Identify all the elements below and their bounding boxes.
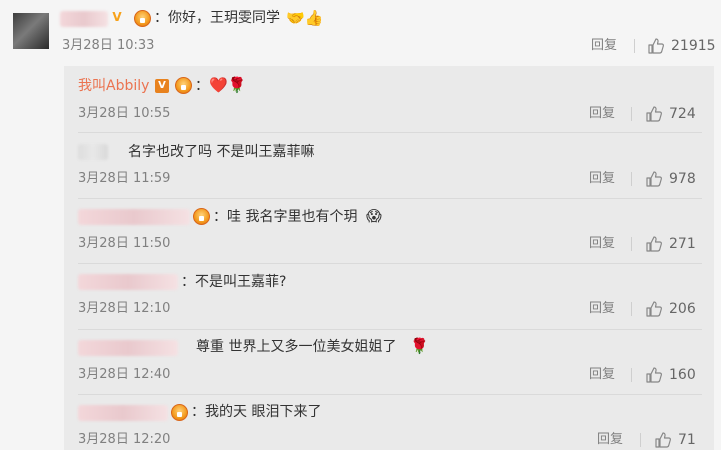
thumbs-up-icon: [646, 367, 662, 383]
like-count: 978: [669, 171, 696, 187]
row-divider: [78, 394, 702, 395]
thumbs-up-icon: [646, 106, 662, 122]
comment-text: ：你好，王玥雯同学: [154, 10, 280, 26]
reply-button[interactable]: 回复: [589, 236, 615, 252]
reply-button[interactable]: 回复: [591, 38, 617, 54]
reply-text: 尊重 世界上又多一位美女姐姐了: [196, 339, 397, 355]
verified-icon: V: [155, 79, 169, 93]
like-count: 271: [669, 236, 696, 252]
like-count: 206: [669, 301, 696, 317]
divider: [631, 107, 632, 121]
row-divider: [78, 263, 702, 264]
username-blurred[interactable]: [78, 340, 178, 356]
rose-icon: 🌹: [410, 337, 429, 355]
reply-button[interactable]: 回复: [589, 171, 615, 187]
username-blurred[interactable]: [78, 209, 190, 225]
reply-button[interactable]: 回复: [589, 106, 615, 122]
scared-face-icon: 😱: [366, 207, 382, 225]
divider: [631, 302, 632, 316]
handshake-thumbs-icon: 🤝👍: [286, 9, 324, 27]
reply-time: 3月28日 11:59: [78, 171, 171, 186]
main-comment: V ：你好，王玥雯同学 🤝👍 3月28日 10:33 回复 21915: [0, 0, 721, 66]
fan-medal-icon: [193, 208, 210, 225]
row-divider: [78, 198, 702, 199]
like-count: 160: [669, 367, 696, 383]
username-blurred[interactable]: [78, 144, 108, 160]
reply-button[interactable]: 回复: [597, 432, 623, 448]
reply-time: 3月28日 11:50: [78, 236, 171, 251]
comment-time: 3月28日 10:33: [62, 38, 155, 53]
username-blurred[interactable]: [78, 405, 168, 421]
like-count: 71: [678, 432, 696, 448]
like-count: 724: [669, 106, 696, 122]
reply-time: 3月28日 12:40: [78, 367, 171, 382]
thumbs-up-icon: [646, 301, 662, 317]
reply-text: 名字也改了吗 不是叫王嘉菲嘛: [128, 144, 315, 160]
thumbs-up-icon: [646, 236, 662, 252]
reply-time: 3月28日 12:20: [78, 432, 171, 447]
thumbs-up-icon: [655, 432, 671, 448]
like-count: 21915: [671, 38, 716, 54]
avatar[interactable]: [13, 13, 49, 49]
divider: [631, 368, 632, 382]
reply-time: 3月28日 12:10: [78, 301, 171, 316]
reply-text: ：不是叫王嘉菲?: [181, 274, 287, 290]
thumbs-up-icon: [648, 38, 664, 54]
row-divider: [78, 132, 702, 133]
reply-text: ：: [195, 78, 209, 94]
divider: [631, 172, 632, 186]
reply-button[interactable]: 回复: [589, 367, 615, 383]
thumbs-up-icon: [646, 171, 662, 187]
reply-button[interactable]: 回复: [589, 301, 615, 317]
reply-username[interactable]: 我叫Abbily: [78, 77, 149, 95]
verified-icon: V: [112, 10, 122, 24]
row-divider: [78, 329, 702, 330]
fan-medal-icon: [171, 404, 188, 421]
username-blurred[interactable]: [78, 274, 178, 290]
fan-medal-icon: [175, 77, 192, 94]
reply-text: ：我的天 眼泪下来了: [191, 404, 322, 420]
fan-medal-icon: [134, 10, 151, 27]
divider: [640, 433, 641, 447]
heart-rose-icon: ❤️🌹: [209, 76, 247, 94]
reply-text: ：哇 我名字里也有个玥: [213, 209, 358, 225]
reply-list: [64, 66, 714, 450]
reply-time: 3月28日 10:55: [78, 106, 171, 121]
divider: [634, 39, 635, 53]
divider: [631, 237, 632, 251]
username-blurred[interactable]: [60, 11, 108, 27]
